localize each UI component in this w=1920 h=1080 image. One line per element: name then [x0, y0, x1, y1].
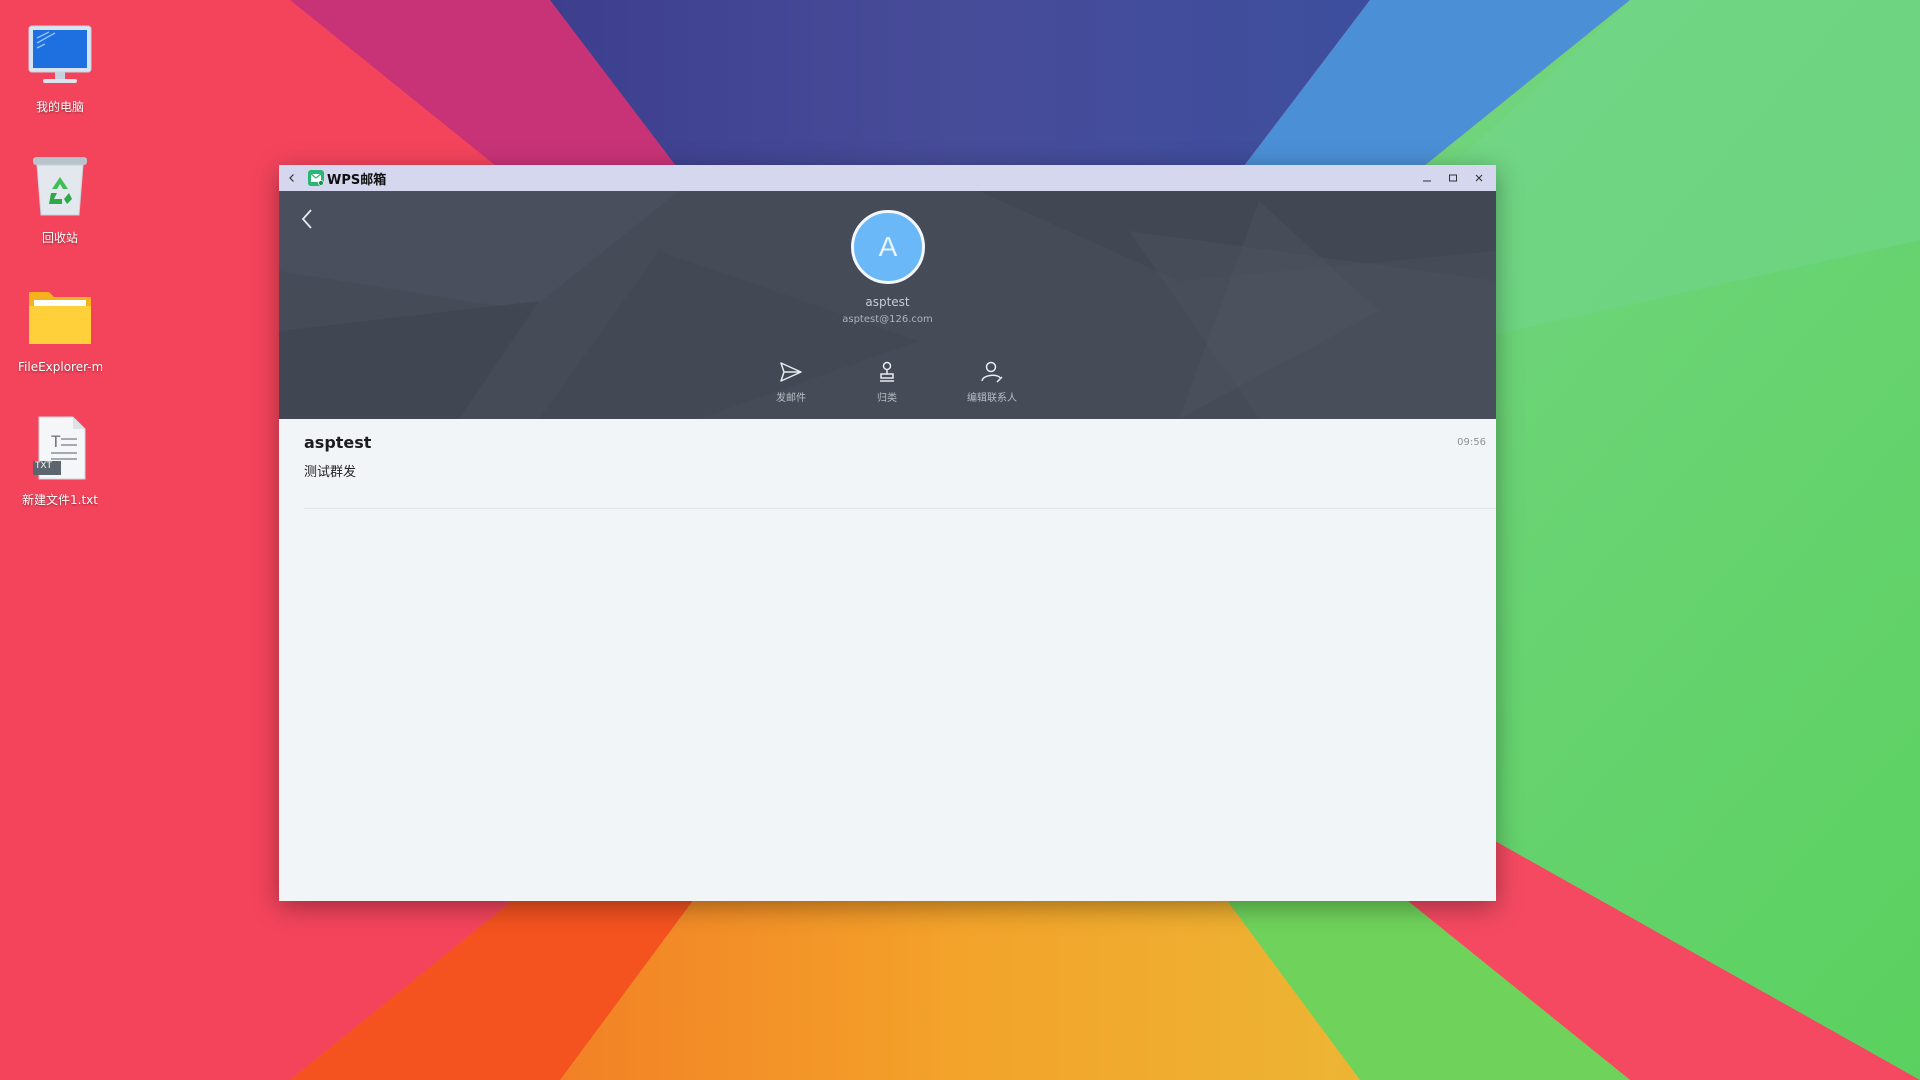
list-item[interactable]: asptest 测试群发 09:56: [304, 419, 1496, 509]
svg-text:T: T: [51, 432, 61, 451]
action-label: 编辑联系人: [967, 393, 1017, 404]
classify-button[interactable]: 归类: [852, 359, 922, 404]
recycle-bin-icon: [25, 151, 95, 221]
desktop-icon-label: 新建文件1.txt: [22, 493, 98, 507]
txt-badge: TXT: [35, 459, 52, 470]
maximize-button[interactable]: [1440, 165, 1466, 191]
desktop-icon-recycle-bin[interactable]: 回收站: [10, 151, 110, 246]
mail-list: asptest 测试群发 09:56: [279, 419, 1496, 509]
edit-contact-button[interactable]: 编辑联系人: [957, 359, 1027, 404]
contact-email: asptest@126.com: [842, 314, 933, 325]
contact-name: asptest: [865, 295, 910, 309]
chevron-left-icon: [301, 209, 312, 229]
desktop-icon-label: 我的电脑: [35, 100, 84, 114]
minimize-button[interactable]: [1414, 165, 1440, 191]
title-bar[interactable]: WPS邮箱: [279, 165, 1496, 191]
chevron-left-icon: [289, 174, 294, 182]
back-button[interactable]: [293, 205, 321, 233]
maximize-icon: [1449, 174, 1457, 182]
stamp-icon: [877, 359, 897, 385]
contact-actions: 发邮件 归类 编辑联系人: [279, 359, 1496, 409]
txt-file-icon: T TXT: [25, 413, 95, 483]
desktop-icon-file-explorer[interactable]: FileExplorer-m: [10, 282, 110, 374]
desktop-icon-new-txt-file[interactable]: T TXT 新建文件1.txt: [10, 413, 110, 508]
mail-time: 09:56: [1457, 437, 1486, 448]
wps-mail-logo-icon: [308, 170, 324, 186]
mail-sender: asptest: [304, 433, 372, 452]
send-mail-button[interactable]: 发邮件: [756, 359, 826, 404]
edit-contact-icon: [980, 359, 1004, 385]
folder-icon: [25, 282, 95, 352]
titlebar-back-button[interactable]: [281, 165, 303, 191]
desktop-icon-my-computer[interactable]: 我的电脑: [10, 20, 110, 115]
desktop-icon-label: FileExplorer-m: [18, 360, 102, 374]
computer-icon: [25, 20, 95, 90]
window-controls: [1414, 165, 1492, 191]
window-title: WPS邮箱: [327, 172, 387, 188]
action-label: 发邮件: [776, 393, 806, 404]
contact-header: A asptest asptest@126.com 发邮件 归类 编辑联系人: [279, 191, 1496, 419]
action-label: 归类: [877, 393, 897, 404]
contact-avatar: A: [851, 210, 925, 284]
minimize-icon: [1423, 180, 1431, 182]
wps-mail-window: WPS邮箱 A asptest asptest@126.com 发邮件 归类 编…: [279, 165, 1496, 901]
close-button[interactable]: [1466, 165, 1492, 191]
desktop-icon-label: 回收站: [41, 231, 78, 245]
send-icon: [779, 359, 803, 385]
close-icon: [1475, 174, 1483, 182]
mail-subject: 测试群发: [304, 465, 357, 480]
